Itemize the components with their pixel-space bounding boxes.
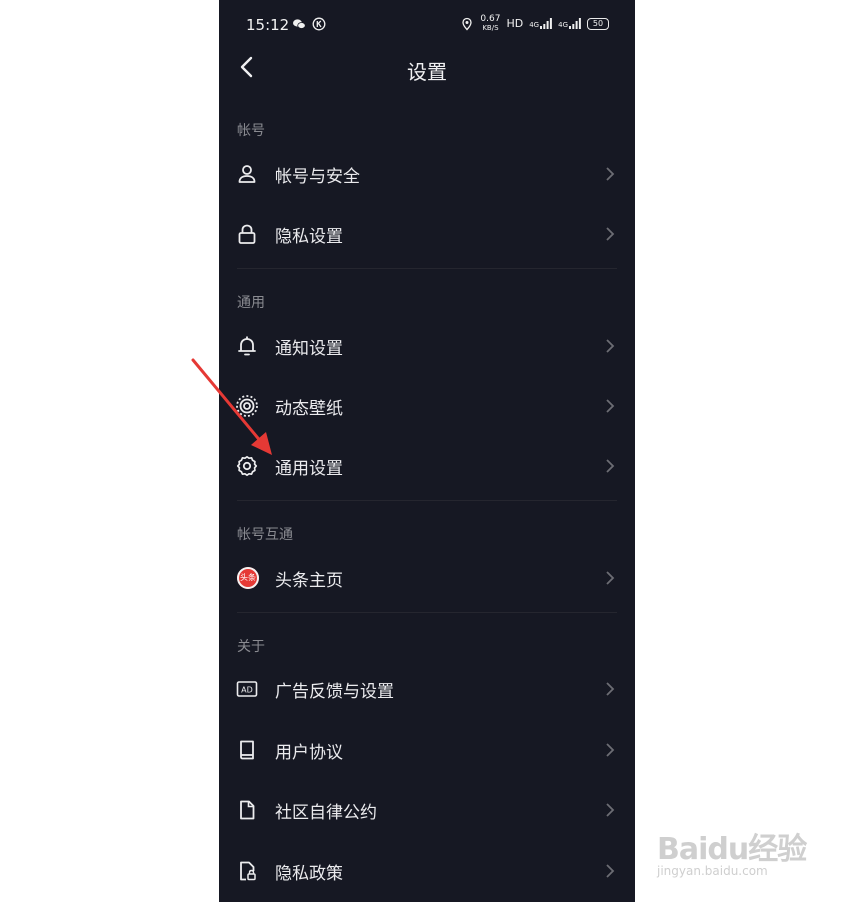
chevron-right-icon — [606, 167, 615, 181]
row-live-wallpaper[interactable]: 动态壁纸 — [219, 380, 635, 432]
signal-label-1: 4G — [529, 21, 540, 29]
row-label: 隐私设置 — [275, 227, 343, 247]
chevron-right-icon — [606, 399, 615, 413]
row-ad-feedback[interactable]: AD 广告反馈与设置 — [219, 663, 635, 715]
section-header-general: 通用 — [237, 295, 265, 311]
chevron-right-icon — [606, 339, 615, 353]
section-header-linked-accounts: 帐号互通 — [237, 527, 293, 543]
signal-indicator-1: 4G — [529, 18, 553, 29]
row-label: 通用设置 — [275, 459, 343, 479]
chevron-right-icon — [606, 571, 615, 585]
row-general-settings[interactable]: 通用设置 — [219, 440, 635, 492]
row-privacy-policy[interactable]: 隐私政策 — [219, 845, 635, 897]
divider — [237, 612, 617, 613]
privacy-document-icon — [240, 861, 256, 881]
row-community-guidelines[interactable]: 社区自律公约 — [219, 784, 635, 836]
chevron-right-icon — [606, 682, 615, 696]
row-label: 帐号与安全 — [275, 167, 360, 187]
network-speed: 0.67 KB/S — [480, 14, 501, 33]
section-header-about: 关于 — [237, 639, 265, 655]
battery-indicator: 50 — [587, 17, 609, 30]
status-right-icons: 0.67 KB/S HD 4G 4G 50 — [460, 15, 609, 32]
svg-text:AD: AD — [241, 686, 253, 695]
row-label: 隐私政策 — [275, 864, 343, 884]
user-icon — [238, 165, 256, 183]
network-speed-value: 0.67 — [480, 14, 501, 24]
gear-icon — [236, 455, 258, 477]
page-title: 设置 — [407, 60, 447, 84]
watermark-brand: Baidu经验 — [657, 832, 807, 867]
location-icon — [462, 17, 473, 30]
chevron-right-icon — [606, 459, 615, 473]
ad-icon: AD — [236, 681, 258, 697]
bell-icon — [238, 336, 256, 356]
row-label: 广告反馈与设置 — [275, 682, 394, 702]
section-header-account: 帐号 — [237, 123, 265, 139]
row-notification-settings[interactable]: 通知设置 — [219, 320, 635, 372]
baidu-watermark: Baidu经验 jingyan.baidu.com — [655, 806, 845, 886]
chevron-right-icon — [606, 227, 615, 241]
wechat-icon — [293, 19, 306, 29]
nav-bar: 设置 — [219, 50, 635, 90]
status-left-icons — [292, 17, 326, 31]
row-label: 动态壁纸 — [275, 399, 343, 419]
chevron-right-icon — [606, 743, 615, 757]
row-toutiao-homepage[interactable]: 头条 头条主页 — [219, 552, 635, 604]
hd-indicator: HD — [506, 17, 524, 30]
k-circle-icon — [312, 17, 326, 31]
live-wallpaper-icon — [236, 395, 258, 417]
chevron-right-icon — [606, 864, 615, 878]
signal-indicator-2: 4G — [558, 18, 581, 29]
row-user-agreement[interactable]: 用户协议 — [219, 724, 635, 776]
signal-label-2: 4G — [558, 21, 568, 29]
row-account-security[interactable]: 帐号与安全 — [219, 148, 635, 200]
status-time: 15:12 — [246, 16, 290, 34]
status-bar: 15:12 0.67 KB/S HD 4G 4G 50 — [219, 0, 635, 50]
row-label: 通知设置 — [275, 339, 343, 359]
toutiao-logo: 头条 — [237, 567, 259, 589]
divider — [237, 500, 617, 501]
book-icon — [240, 740, 254, 760]
row-privacy-settings[interactable]: 隐私设置 — [219, 208, 635, 260]
signal-bars-icon — [569, 18, 581, 29]
chevron-right-icon — [606, 803, 615, 817]
watermark-url: jingyan.baidu.com — [657, 864, 768, 878]
network-speed-unit: KB/S — [482, 24, 499, 32]
document-icon — [240, 800, 255, 820]
row-label: 用户协议 — [275, 743, 343, 763]
lock-icon — [238, 224, 256, 244]
divider — [237, 268, 617, 269]
signal-bars-icon — [540, 18, 553, 29]
row-label: 头条主页 — [275, 571, 343, 591]
phone-screen: 15:12 0.67 KB/S HD 4G 4G 50 设置 帐号 帐号与安全 … — [219, 0, 635, 902]
row-label: 社区自律公约 — [275, 803, 377, 823]
